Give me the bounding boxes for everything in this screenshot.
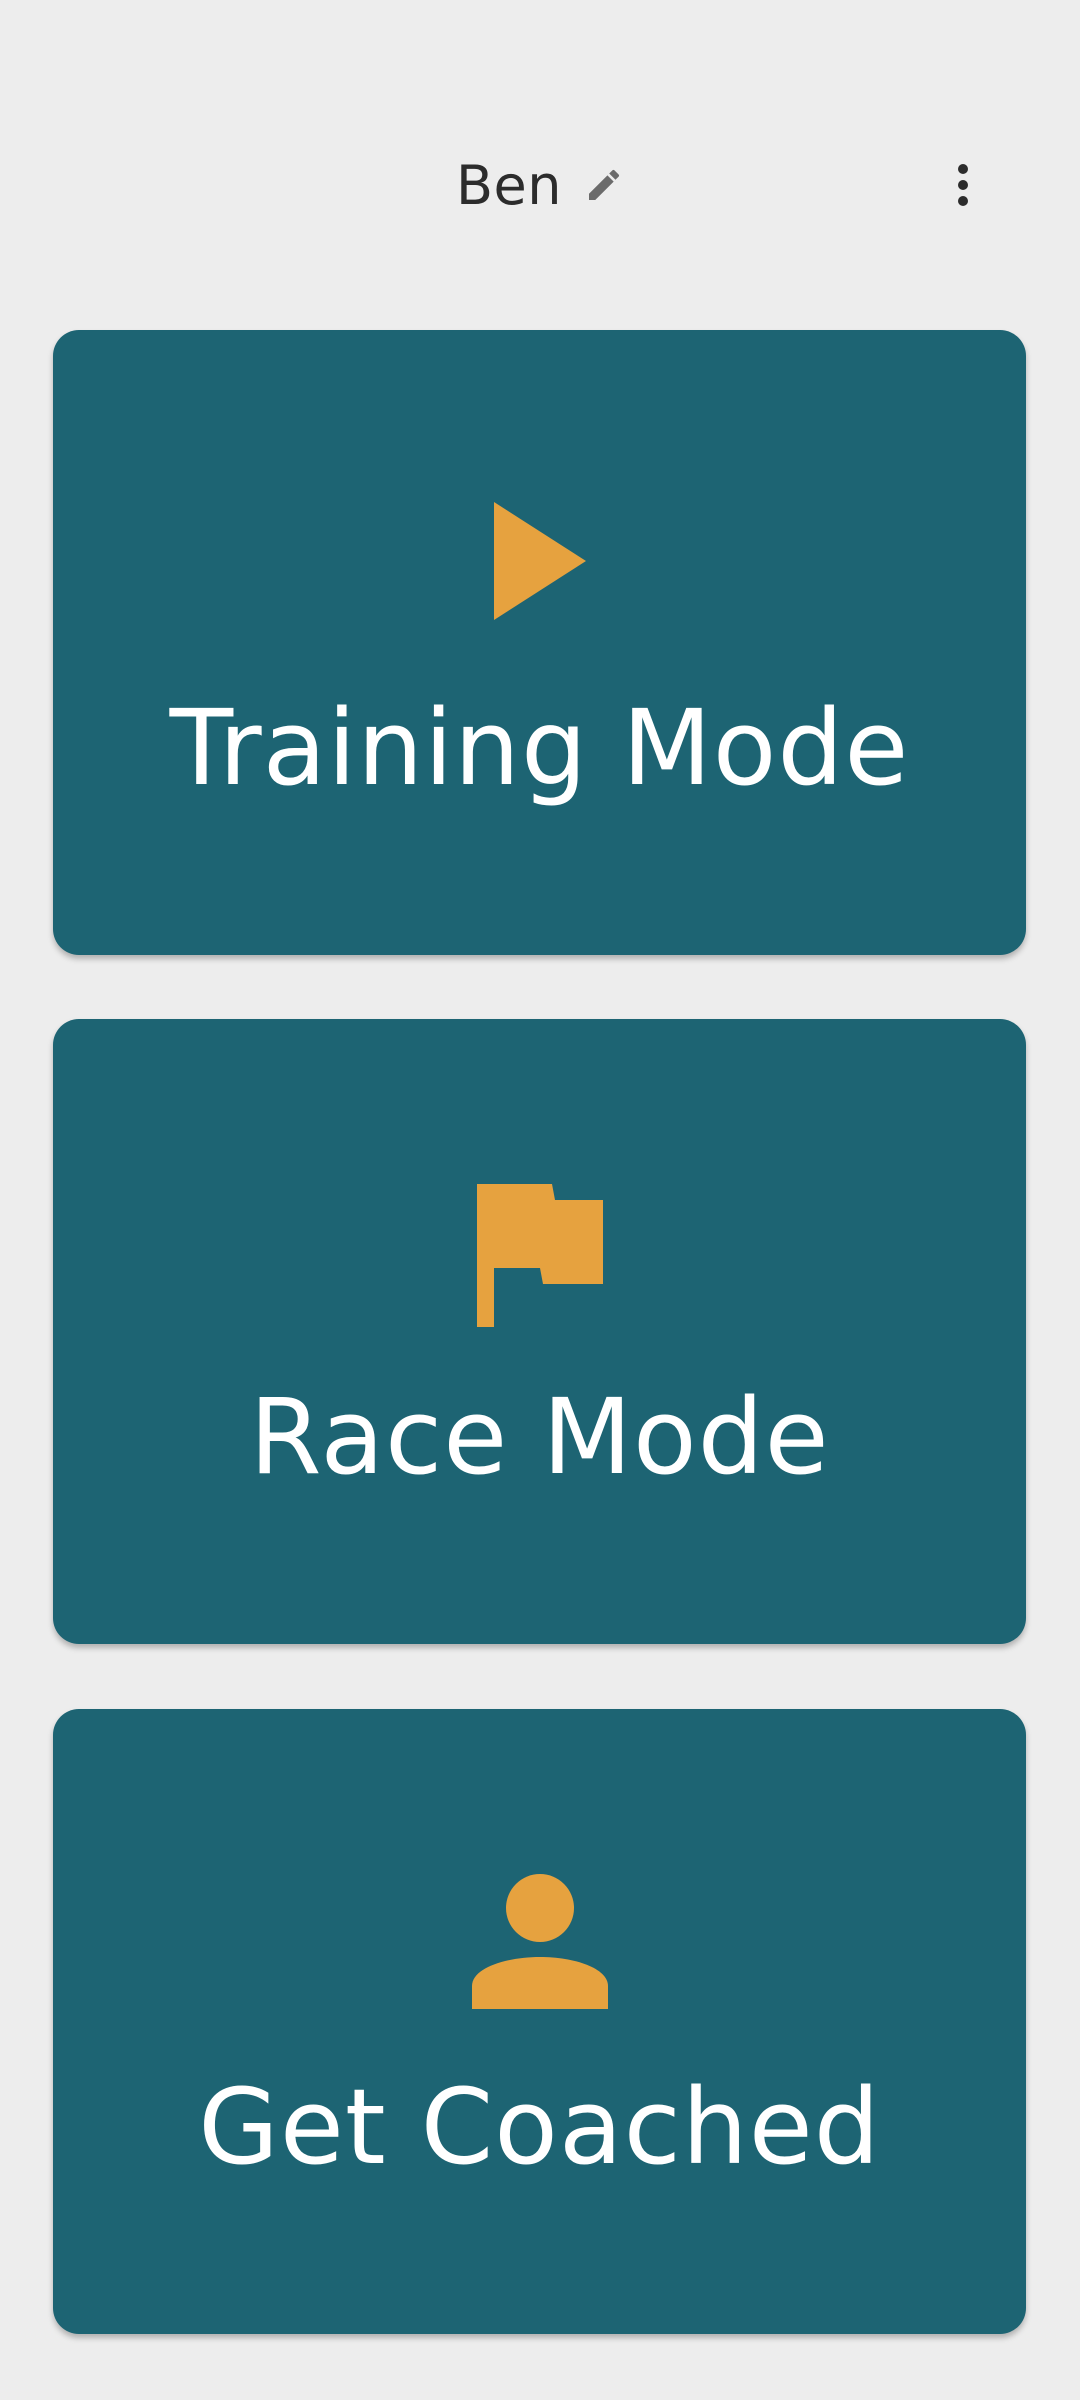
profile-name-area[interactable]: Ben <box>0 145 1080 225</box>
get-coached-label: Get Coached <box>198 2066 881 2188</box>
person-icon <box>53 1873 1026 2009</box>
race-mode-label: Race Mode <box>249 1376 830 1498</box>
race-mode-button[interactable]: Race Mode <box>53 1019 1026 1644</box>
flag-icon <box>53 1184 1026 1327</box>
more-vertical-icon <box>958 164 968 206</box>
profile-name: Ben <box>456 153 562 217</box>
more-options-button[interactable] <box>928 150 998 220</box>
play-icon <box>53 502 1026 620</box>
get-coached-button[interactable]: Get Coached <box>53 1709 1026 2334</box>
top-bar: Ben <box>0 0 1080 300</box>
training-mode-label: Training Mode <box>169 687 910 809</box>
edit-pencil-icon[interactable] <box>584 165 624 205</box>
training-mode-button[interactable]: Training Mode <box>53 330 1026 955</box>
